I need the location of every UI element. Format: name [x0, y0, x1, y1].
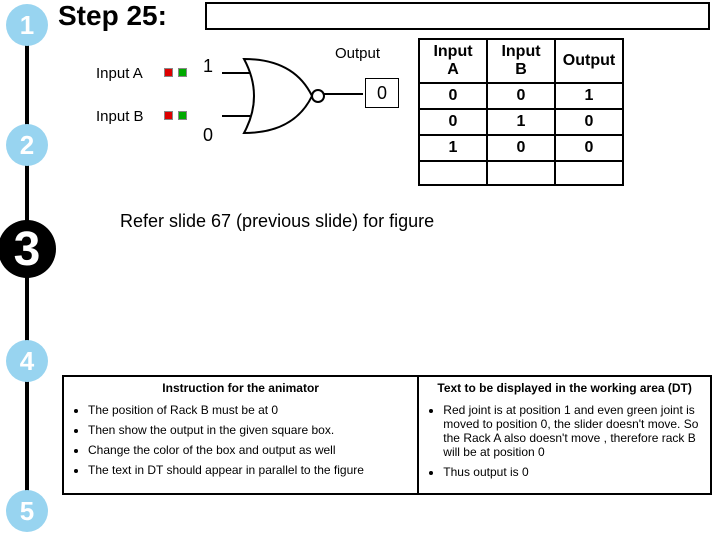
- output-label: Output: [335, 45, 380, 62]
- list-item: Then show the output in the given square…: [88, 423, 409, 437]
- output-value-box: 0: [365, 78, 399, 108]
- step-4: 4: [6, 340, 48, 382]
- instruction-left-header: Instruction for the animator: [72, 381, 409, 399]
- table-row: 1 0 0: [419, 135, 623, 161]
- joint-red-b: [164, 111, 173, 120]
- joint-green-b: [178, 111, 187, 120]
- page-title: Step 25:: [58, 0, 167, 32]
- step-5: 5: [6, 490, 48, 532]
- instruction-left-list: The position of Rack B must be at 0 Then…: [72, 403, 409, 477]
- step-2: 2: [6, 124, 48, 166]
- cell: 0: [419, 83, 487, 109]
- table-row: 0 1 0: [419, 109, 623, 135]
- cell: 1: [487, 109, 555, 135]
- cell: [487, 161, 555, 185]
- cell: 0: [555, 109, 623, 135]
- cell: [555, 161, 623, 185]
- instruction-right-header: Text to be displayed in the working area…: [427, 381, 702, 399]
- cell: [419, 161, 487, 185]
- input-a-label: Input A: [96, 65, 143, 82]
- truth-table: Input A Input B Output 0 0 1 0 1 0 1 0 0: [418, 38, 624, 186]
- th-output: Output: [555, 39, 623, 83]
- instruction-box: Instruction for the animator The positio…: [62, 375, 712, 495]
- cell: 0: [419, 109, 487, 135]
- instruction-right-col: Text to be displayed in the working area…: [419, 377, 710, 493]
- th-input-a: Input A: [419, 39, 487, 83]
- table-row: 0 0 1: [419, 83, 623, 109]
- list-item: The text in DT should appear in parallel…: [88, 463, 409, 477]
- th-input-b: Input B: [487, 39, 555, 83]
- joint-red-a: [164, 68, 173, 77]
- cell: 1: [555, 83, 623, 109]
- cell: 0: [487, 135, 555, 161]
- list-item: Thus output is 0: [443, 465, 702, 479]
- title-empty-box: [205, 2, 710, 30]
- input-a-value: 1: [203, 56, 213, 77]
- cell: 1: [419, 135, 487, 161]
- cell: 0: [555, 135, 623, 161]
- list-item: Red joint is at position 1 and even gree…: [443, 403, 702, 459]
- joint-green-a: [178, 68, 187, 77]
- refer-note: Refer slide 67 (previous slide) for figu…: [120, 210, 434, 233]
- step-3-active: 3: [0, 220, 56, 278]
- input-b-value: 0: [203, 125, 213, 146]
- table-row: [419, 161, 623, 185]
- step-1: 1: [6, 4, 48, 46]
- cell: 0: [487, 83, 555, 109]
- list-item: The position of Rack B must be at 0: [88, 403, 409, 417]
- instruction-right-list: Red joint is at position 1 and even gree…: [427, 403, 702, 479]
- instruction-left-col: Instruction for the animator The positio…: [64, 377, 419, 493]
- stepper: 1 2 3 4 5: [0, 0, 52, 540]
- nor-gate-icon: [222, 55, 332, 137]
- list-item: Change the color of the box and output a…: [88, 443, 409, 457]
- input-b-label: Input B: [96, 108, 144, 125]
